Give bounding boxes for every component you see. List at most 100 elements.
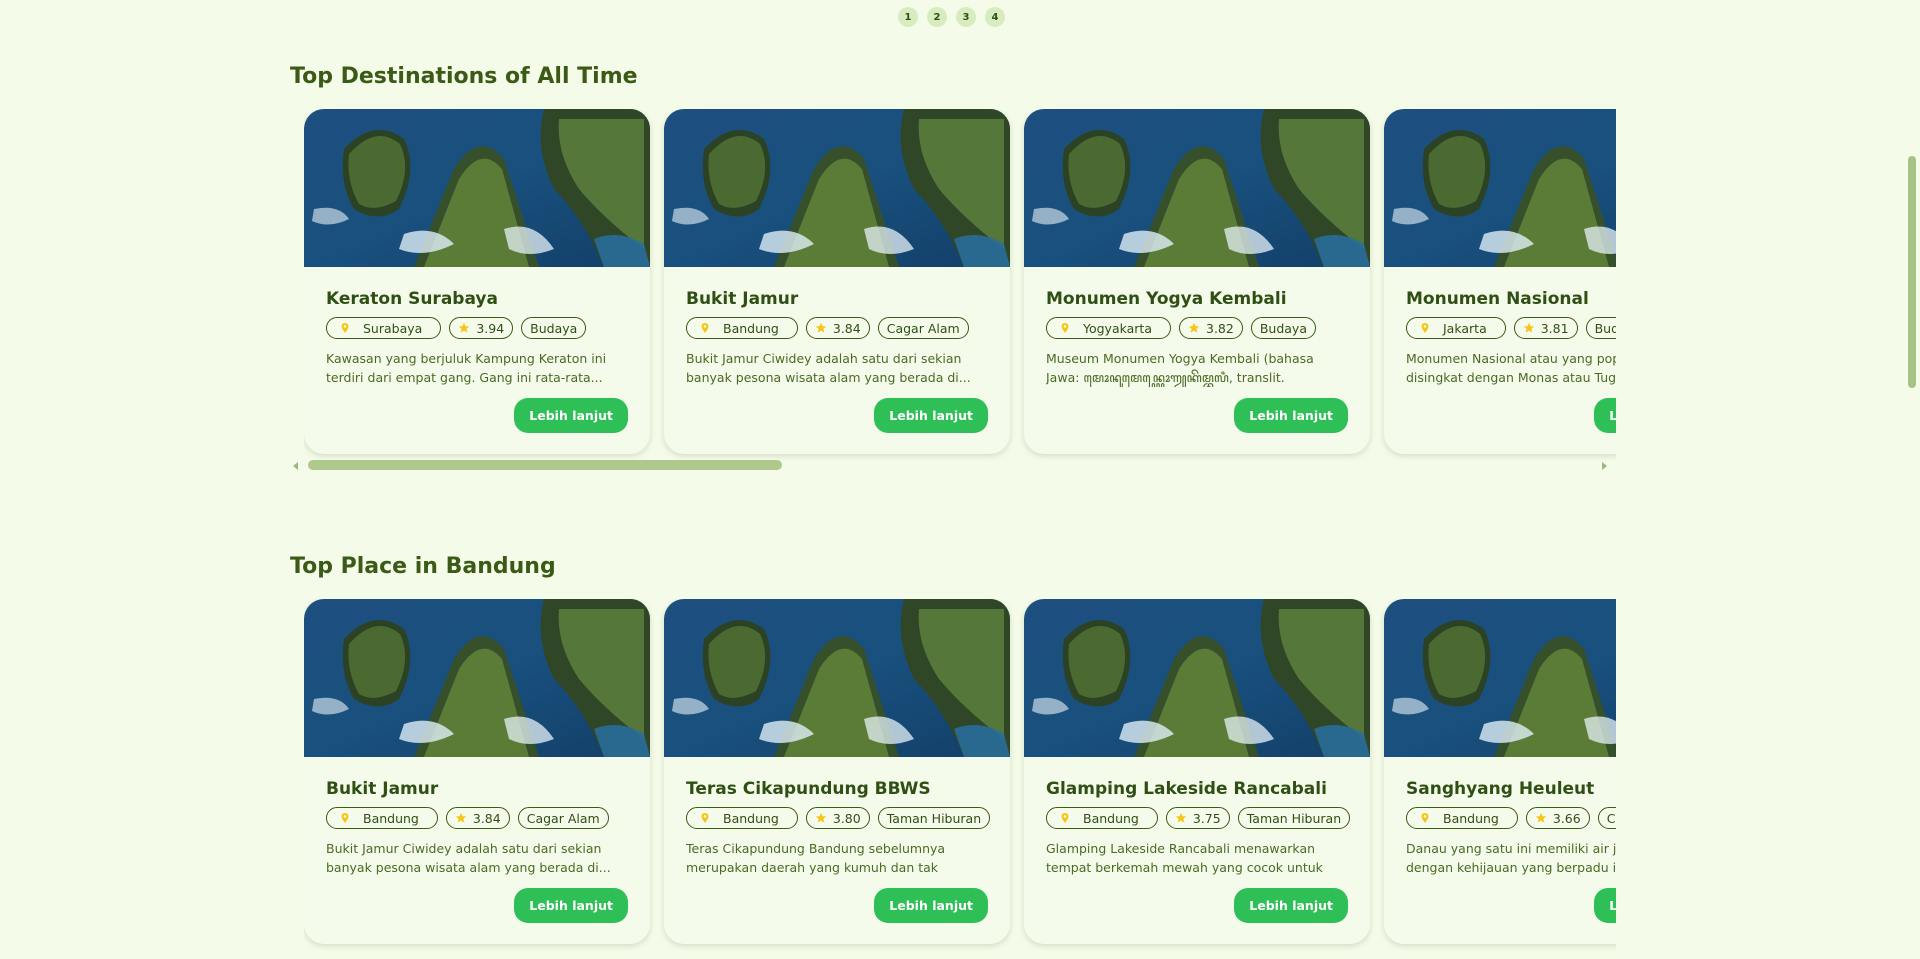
rating-value: 3.84 <box>832 320 861 336</box>
location-tag: Bandung <box>1406 807 1518 829</box>
destination-name: Glamping Lakeside Rancabali <box>1046 779 1327 799</box>
destination-image <box>304 599 650 757</box>
rating-value: 3.75 <box>1192 810 1221 826</box>
destination-image <box>1384 599 1616 757</box>
card-body: Teras Cikapundung BBWS Bandung 3.80 Taman H… <box>664 757 1010 877</box>
section-top-bandung: Top Place in Bandung Bukit Jamur Bandung 3… <box>290 552 1616 944</box>
destination-card[interactable]: Keraton Surabaya Surabaya 3.94 Budaya Kawasa… <box>304 109 650 454</box>
location-tag: Yogyakarta <box>1046 317 1171 339</box>
read-more-button[interactable]: Lebih lanjut <box>1234 888 1348 923</box>
destination-name: Monumen Yogya Kembali <box>1046 289 1287 309</box>
rating-tag: 3.82 <box>1179 317 1243 339</box>
star-icon <box>1175 812 1187 823</box>
category-tag: Taman Hiburan <box>877 807 991 829</box>
destination-card[interactable]: Teras Cikapundung BBWS Bandung 3.80 Taman H… <box>664 599 1010 944</box>
read-more-button[interactable]: Lebih lanjut <box>874 398 988 433</box>
destination-image <box>1384 109 1616 267</box>
city-label: Bandung <box>1083 810 1139 826</box>
city-label: Bandung <box>723 320 779 336</box>
rating-value: 3.94 <box>476 320 505 336</box>
destination-card[interactable]: Bukit Jamur Bandung 3.84 Cagar Alam Bukit Ja… <box>304 599 650 944</box>
star-icon <box>815 322 827 333</box>
rating-tag: 3.75 <box>1165 807 1230 829</box>
tag-row: Bandung 3.80 Taman Hiburan <box>686 807 991 831</box>
destination-description: Teras Cikapundung Bandung sebelumnya mer… <box>686 841 946 875</box>
star-icon <box>815 812 827 823</box>
map-pin-icon <box>1061 813 1069 823</box>
star-icon <box>455 812 467 823</box>
read-more-button[interactable]: Lebih lanjut <box>1594 888 1616 923</box>
read-more-button[interactable]: Lebih lanjut <box>874 888 988 923</box>
destination-image <box>1024 599 1370 757</box>
read-more-button[interactable]: Lebih lanjut <box>514 888 628 923</box>
destination-description: Bukit Jamur Ciwidey adalah satu dari sek… <box>326 841 611 875</box>
scroll-thumb[interactable] <box>308 460 782 470</box>
section-top-destinations: Top Destinations of All Time Keraton Sur… <box>290 62 1616 470</box>
destination-name: Monumen Nasional <box>1406 289 1589 309</box>
scroll-right-arrow-icon[interactable] <box>1602 462 1607 470</box>
destination-description: Glamping Lakeside Rancabali menawarkan t… <box>1046 841 1323 875</box>
pagination: 1 2 3 4 <box>898 7 1005 27</box>
tag-row: Yogyakarta 3.82 Budaya <box>1046 317 1348 341</box>
location-tag: Surabaya <box>326 317 442 339</box>
card-carousel[interactable]: Bukit Jamur Bandung 3.84 Cagar Alam Bukit Ja… <box>304 599 1616 959</box>
rating-tag: 3.94 <box>449 317 514 339</box>
destination-card[interactable]: Monumen Nasional Jakarta 3.81 Budaya Monumen… <box>1384 109 1616 454</box>
destination-description: Bukit Jamur Ciwidey adalah satu dari sek… <box>686 351 971 385</box>
card-body: Keraton Surabaya Surabaya 3.94 Budaya Kawasa… <box>304 267 650 387</box>
carousel-scrollbar[interactable] <box>290 458 1616 474</box>
page-button-2[interactable]: 2 <box>927 7 947 27</box>
destination-card[interactable]: Glamping Lakeside Rancabali Bandung 3.75 Ta… <box>1024 599 1370 944</box>
page-scrollbar[interactable] <box>1903 0 1920 925</box>
map-pin-icon <box>1421 323 1429 333</box>
destination-image <box>304 109 650 267</box>
category-tag: Taman Hiburan <box>1237 807 1351 829</box>
location-tag: Jakarta <box>1406 317 1506 339</box>
destination-description: Monumen Nasional atau yang populer disin… <box>1406 351 1616 385</box>
read-more-button[interactable]: Lebih lanjut <box>1234 398 1348 433</box>
destination-card[interactable]: Sanghyang Heuleut Bandung 3.66 Cagar Alam Da… <box>1384 599 1616 944</box>
destination-card[interactable]: Bukit Jamur Bandung 3.84 Cagar Alam Bukit Ja… <box>664 109 1010 454</box>
card-body: Sanghyang Heuleut Bandung 3.66 Cagar Alam Da… <box>1384 757 1616 877</box>
star-icon <box>1535 812 1547 823</box>
city-label: Jakarta <box>1443 320 1487 336</box>
destination-card[interactable]: Monumen Yogya Kembali Yogyakarta 3.82 Buday… <box>1024 109 1370 454</box>
card-body: Bukit Jamur Bandung 3.84 Cagar Alam Bukit Ja… <box>304 757 650 877</box>
rating-tag: 3.81 <box>1513 317 1578 339</box>
rating-value: 3.80 <box>832 810 861 826</box>
section-title: Top Place in Bandung <box>290 554 556 579</box>
category-tag: Budaya <box>521 317 587 339</box>
destination-image <box>664 109 1010 267</box>
city-label: Yogyakarta <box>1083 320 1152 336</box>
location-tag: Bandung <box>686 807 798 829</box>
location-tag: Bandung <box>326 807 438 829</box>
tag-row: Bandung 3.66 Cagar Alam <box>1406 807 1616 831</box>
category-tag: Cagar Alam <box>877 317 969 339</box>
rating-tag: 3.84 <box>805 317 870 339</box>
tag-row: Bandung 3.75 Taman Hiburan <box>1046 807 1351 831</box>
destination-name: Bukit Jamur <box>686 289 799 309</box>
category-tag: Budaya <box>1585 317 1616 339</box>
section-title: Top Destinations of All Time <box>290 64 638 89</box>
category-tag: Cagar Alam <box>1597 807 1616 829</box>
destination-description: Danau yang satu ini memiliki air jernih … <box>1406 841 1616 875</box>
rating-value: 3.66 <box>1552 810 1581 826</box>
category-tag: Cagar Alam <box>517 807 609 829</box>
tag-row: Jakarta 3.81 Budaya <box>1406 317 1616 341</box>
map-pin-icon <box>701 323 709 333</box>
rating-tag: 3.66 <box>1525 807 1590 829</box>
card-body: Monumen Yogya Kembali Yogyakarta 3.82 Buday… <box>1024 267 1370 387</box>
page-button-3[interactable]: 3 <box>956 7 976 27</box>
page-button-4[interactable]: 4 <box>985 7 1005 27</box>
card-carousel[interactable]: Keraton Surabaya Surabaya 3.94 Budaya Kawasa… <box>304 109 1616 469</box>
city-label: Bandung <box>1443 810 1499 826</box>
city-label: Surabaya <box>363 320 423 336</box>
read-more-button[interactable]: Lebih lanjut <box>1594 398 1616 433</box>
map-pin-icon <box>701 813 709 823</box>
read-more-button[interactable]: Lebih lanjut <box>514 398 628 433</box>
page-button-1[interactable]: 1 <box>898 7 918 27</box>
star-icon <box>459 322 470 333</box>
page-scroll-thumb[interactable] <box>1908 156 1916 388</box>
map-pin-icon <box>1421 813 1429 823</box>
scroll-left-arrow-icon[interactable] <box>293 462 298 470</box>
